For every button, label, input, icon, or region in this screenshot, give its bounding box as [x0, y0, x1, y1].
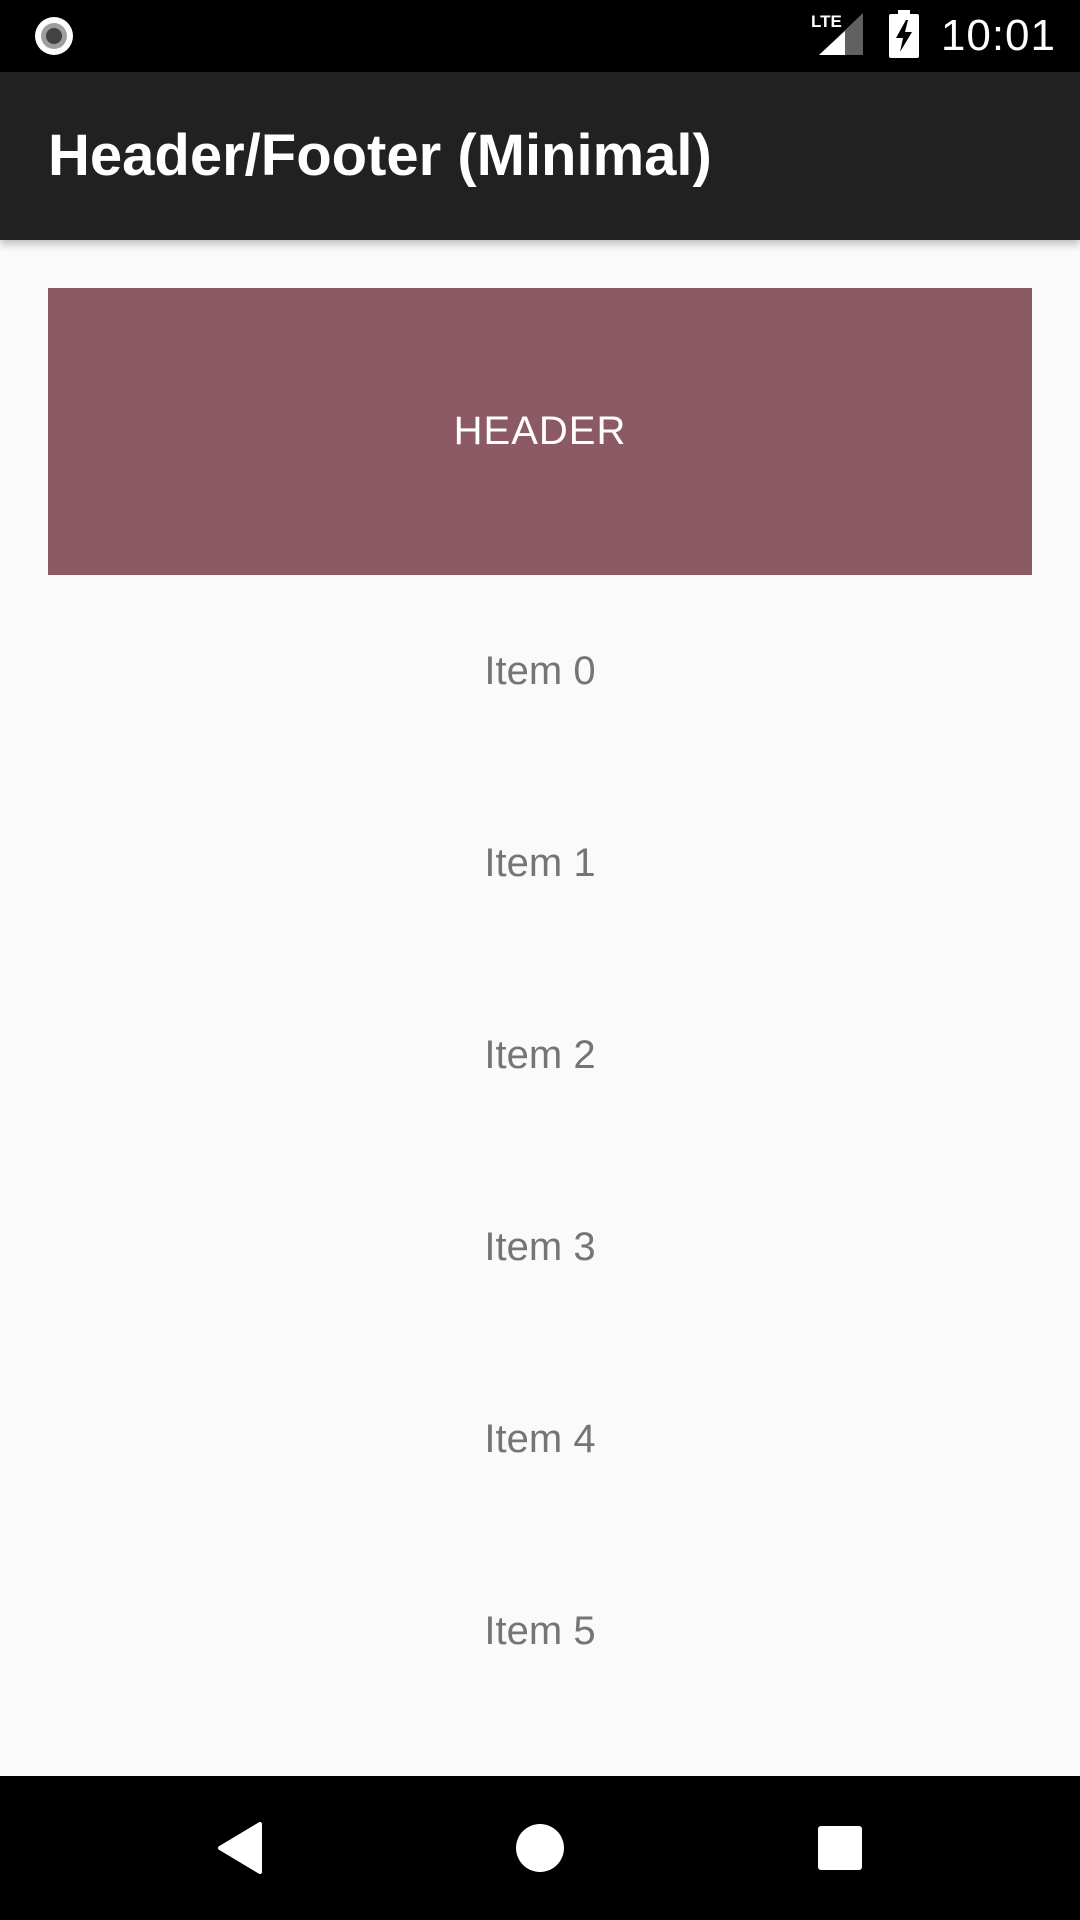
- home-button[interactable]: [504, 1812, 576, 1884]
- list-item[interactable]: Item 1: [0, 767, 1080, 959]
- recents-square-icon: [818, 1826, 862, 1870]
- home-circle-icon: [516, 1824, 564, 1872]
- list-content[interactable]: HEADER Item 0 Item 1 Item 2 Item 3 Item …: [0, 240, 1080, 1776]
- list-item[interactable]: Item 3: [0, 1151, 1080, 1343]
- recents-button[interactable]: [804, 1812, 876, 1884]
- list-item-label: Item 2: [484, 1032, 596, 1077]
- app-bar: Header/Footer (Minimal): [0, 72, 1080, 240]
- list-item[interactable]: Item 4: [0, 1343, 1080, 1535]
- item-list: Item 0 Item 1 Item 2 Item 3 Item 4 Item …: [0, 575, 1080, 1727]
- status-clock: 10:01: [940, 11, 1056, 60]
- back-triangle-icon: [218, 1822, 262, 1874]
- list-item-label: Item 4: [484, 1416, 596, 1461]
- radio-record-icon: [34, 16, 74, 56]
- status-icons: LTE 10:01: [809, 0, 1056, 72]
- list-item[interactable]: Item 5: [0, 1535, 1080, 1727]
- network-type-label: LTE: [811, 12, 842, 31]
- signal-icon: LTE: [809, 11, 867, 62]
- list-item-label: Item 3: [484, 1224, 596, 1269]
- navigation-bar: [0, 1776, 1080, 1920]
- back-button[interactable]: [204, 1812, 276, 1884]
- battery-charging-icon: [888, 9, 919, 63]
- list-item-label: Item 1: [484, 840, 596, 885]
- list-item-label: Item 0: [484, 648, 596, 693]
- screen: LTE 10:01 Header/Footer (Minimal) HEADER: [0, 0, 1080, 1920]
- list-item[interactable]: Item 2: [0, 959, 1080, 1151]
- status-bar: LTE 10:01: [0, 0, 1080, 72]
- list-item-label: Item 5: [484, 1608, 596, 1653]
- list-header: HEADER: [48, 288, 1032, 575]
- page-title: Header/Footer (Minimal): [48, 123, 712, 188]
- list-item[interactable]: Item 0: [0, 575, 1080, 767]
- list-header-label: HEADER: [453, 409, 627, 453]
